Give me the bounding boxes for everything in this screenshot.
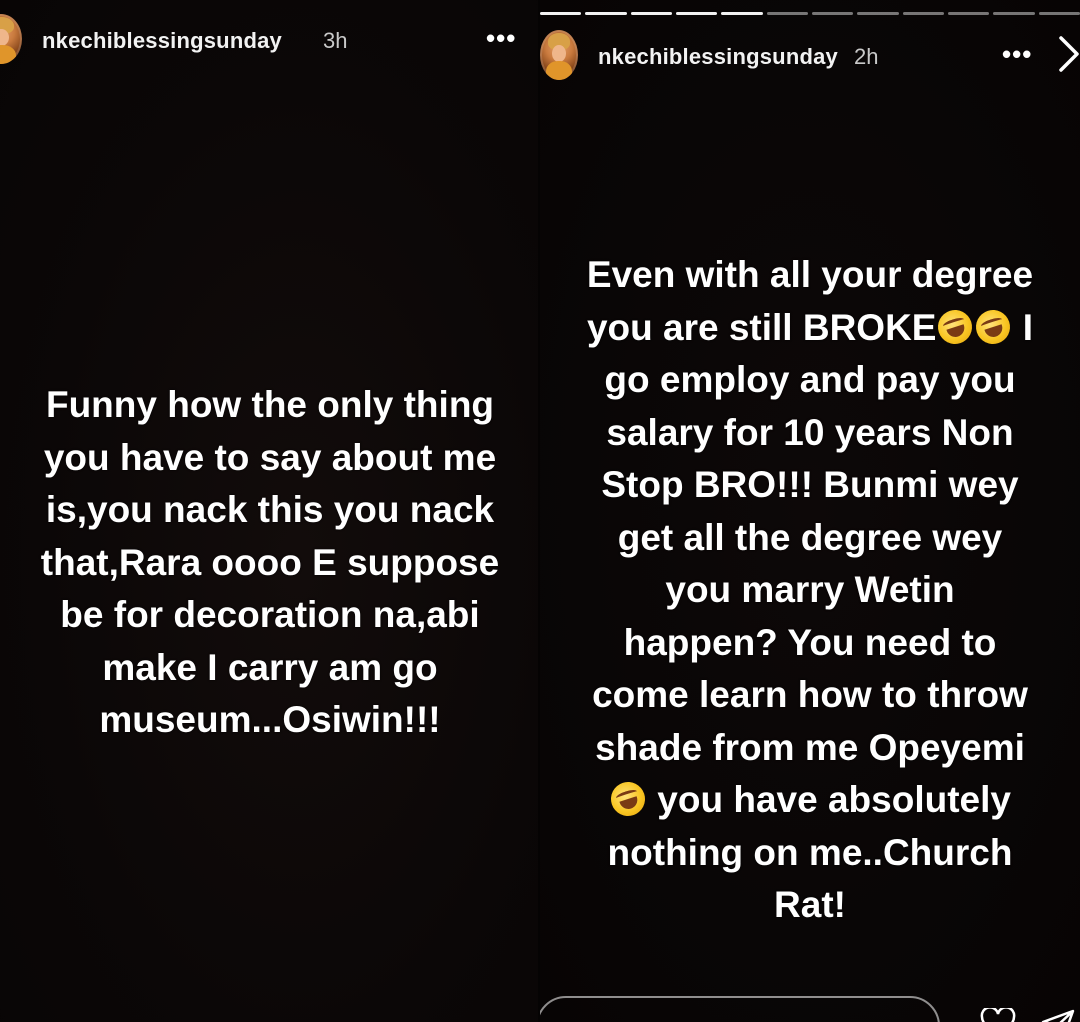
right-story-line: shade from me Opeyemi [595,726,1025,768]
progress-segment [902,12,944,15]
left-story-line: museum...Osiwin!!! [99,699,441,740]
right-more-options-icon[interactable]: ••• [1002,41,1032,67]
left-profile-avatar[interactable] [0,14,22,64]
left-story-line: be for decoration na,abi [60,594,480,635]
right-story-line: Rat! [774,884,846,925]
chevron-right-icon[interactable] [1058,34,1080,74]
right-story-line: Stop BRO!!! Bunmi wey [601,464,1019,505]
right-post-time: 2h [854,44,879,69]
right-story-text: Even with all your degree you are still … [540,249,1080,932]
heart-icon[interactable] [980,1008,1016,1022]
left-story-text: Funny how the only thing you have to say… [0,379,540,747]
right-story-line: Even with all your degree [586,254,1034,295]
right-story-line: nothing on me..Church [607,831,1013,873]
progress-segment [585,12,627,15]
progress-segment [811,12,854,15]
left-post-time: 3h [323,28,348,53]
right-story-line: happen? You need to [623,621,997,663]
right-story-line: you marry Wetin [665,569,955,610]
story-progress-bar [540,12,1080,15]
reply-input[interactable] [540,996,940,1022]
left-username[interactable]: nkechiblessingsunday [42,28,282,54]
right-story-line: you are still BROKE I [586,305,1034,348]
rolling-laughing-emoji-icon [972,305,1015,348]
progress-segment [675,12,718,15]
progress-segment [857,12,899,15]
right-story-line: go employ and pay you [604,359,1016,400]
right-story-line: you have absolutely [540,774,1080,827]
left-story-line: is,you nack this you nack [45,489,495,530]
left-story-line: that,Rara oooo E suppose [40,541,500,583]
rolling-laughing-emoji-icon [606,777,650,821]
right-profile-avatar[interactable] [540,30,578,80]
story-comparison-screenshot: nkechiblessingsunday 3h ••• Funny how th… [0,0,1080,1022]
left-more-options-icon[interactable]: ••• [486,25,516,51]
rolling-laughing-emoji-icon [934,305,977,348]
progress-segment [947,12,990,15]
left-story-line: you have to say about me [43,436,497,478]
progress-segment [993,12,1035,15]
right-story-line: come learn how to throw [592,674,1028,715]
left-story-panel: nkechiblessingsunday 3h ••• Funny how th… [0,0,540,1022]
left-story-line: Funny how the only thing [45,384,495,425]
progress-segment [766,12,808,15]
progress-segment [721,12,763,15]
send-icon[interactable] [1040,1008,1076,1022]
right-username[interactable]: nkechiblessingsunday [598,44,838,70]
right-story-line: salary for 10 years Non [606,411,1014,453]
right-story-panel: nkechiblessingsunday 2h ••• Even with al… [540,0,1080,1022]
progress-segment [540,12,582,15]
left-story-line: make I carry am go [102,646,438,688]
right-story-line: get all the degree wey [617,516,1003,558]
progress-segment [630,12,672,15]
progress-segment [1038,12,1080,15]
